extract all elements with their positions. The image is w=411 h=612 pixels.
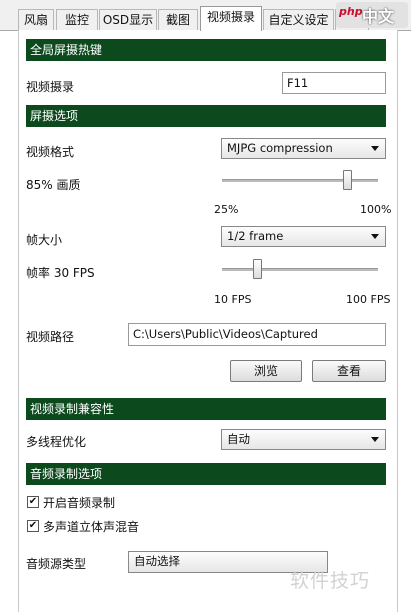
section-header-hotkeys: 全局屏摄热键 (26, 39, 386, 61)
quality-label: 85% 画质 (26, 178, 81, 192)
quality-slider-thumb[interactable] (342, 170, 352, 190)
section-header-audio: 音频录制选项 (26, 463, 386, 485)
chevron-down-icon (371, 234, 379, 239)
quality-min-label: 25% (214, 203, 239, 216)
quality-max-label: 100% (360, 203, 392, 216)
video-capture-hotkey-label: 视频摄录 (26, 80, 75, 94)
view-button[interactable]: 查看 (312, 360, 386, 382)
enable-audio-label: 开启音频录制 (43, 496, 116, 510)
tab-screenshot[interactable]: 截图 (158, 9, 198, 30)
audio-source-value: 自动选择 (134, 554, 180, 568)
frame-size-label: 帧大小 (26, 233, 63, 247)
multithread-select[interactable]: 自动 (221, 429, 386, 450)
tab-custom-settings[interactable]: 自定义设定 (263, 9, 334, 30)
frame-size-value: 1/2 frame (227, 229, 284, 243)
frame-size-select[interactable]: 1/2 frame (221, 226, 386, 247)
video-path-input[interactable]: C:\Users\Public\Videos\Captured (128, 323, 386, 346)
site-logo: php 中文网 (336, 2, 408, 50)
audio-source-label: 音频源类型 (26, 557, 87, 571)
tab-monitor[interactable]: 监控 (56, 9, 98, 30)
framerate-slider-track[interactable] (222, 268, 378, 271)
quality-slider-track[interactable] (222, 179, 378, 182)
tab-osd[interactable]: OSD显示 (99, 9, 157, 30)
video-format-label: 视频格式 (26, 145, 75, 159)
framerate-slider-thumb[interactable] (252, 259, 262, 279)
watermark-text: 软件技巧 (290, 570, 371, 592)
video-path-label: 视频路径 (26, 330, 75, 344)
section-header-compat: 视频录制兼容性 (26, 398, 386, 420)
downmix-checkbox[interactable]: ✔ (27, 520, 39, 532)
multithread-value: 自动 (227, 432, 250, 446)
video-format-value: MJPG compression (227, 141, 333, 155)
section-header-capture-options: 屏摄选项 (26, 105, 386, 127)
framerate-label: 帧率 30 FPS (26, 266, 95, 280)
tab-bar: 风扇 监控 OSD显示 截图 视频摄录 自定义设定 用户 php 中文网 (0, 0, 411, 50)
browse-button[interactable]: 浏览 (230, 360, 302, 382)
framerate-max-label: 100 FPS (346, 293, 391, 306)
tab-video-capture[interactable]: 视频摄录 (200, 6, 262, 31)
chevron-down-icon (371, 437, 379, 442)
multithread-label: 多线程优化 (26, 435, 87, 449)
framerate-min-label: 10 FPS (214, 293, 252, 306)
enable-audio-checkbox[interactable]: ✔ (27, 496, 39, 508)
video-capture-hotkey-input[interactable]: F11 (282, 72, 386, 94)
tab-fan[interactable]: 风扇 (18, 9, 54, 30)
video-format-select[interactable]: MJPG compression (221, 138, 386, 159)
logo-php-text: php (339, 5, 363, 18)
chevron-down-icon (371, 146, 379, 151)
downmix-label: 多声道立体声混音 (43, 520, 140, 534)
